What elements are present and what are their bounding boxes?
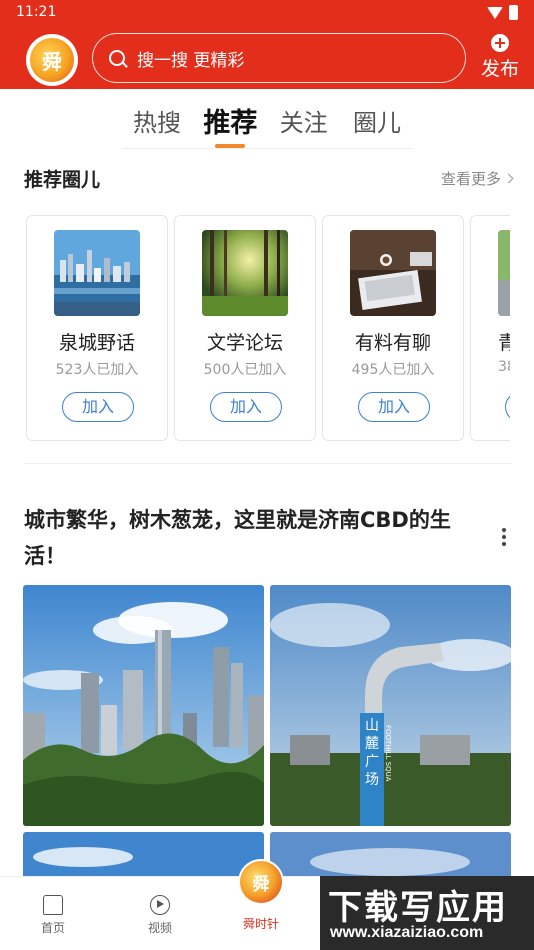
nav-video-label: 视频 bbox=[147, 921, 172, 935]
app-header: 11:21 舜 搜一搜 更精彩 发布 bbox=[0, 0, 534, 89]
post-photo-sign[interactable]: 山麓广场 FOOTHILL SQUA bbox=[270, 585, 511, 826]
circle-card[interactable]: 有料有聊 495人已加入 加入 bbox=[322, 215, 464, 441]
wifi-icon bbox=[487, 6, 503, 19]
center-logo-mark: 舜 bbox=[240, 861, 282, 903]
nav-center-label[interactable]: 舜时针 bbox=[236, 915, 286, 932]
search-icon bbox=[109, 50, 125, 66]
circle-card[interactable]: 文学论坛 500人已加入 加入 bbox=[174, 215, 316, 441]
feed-tabs: 热搜 推荐 关注 圈儿 bbox=[122, 95, 412, 149]
watermark-title: 下载写应用 bbox=[328, 888, 508, 928]
circle-name: 文学论坛 bbox=[206, 332, 283, 354]
circle-member-count: 500人已加入 bbox=[203, 362, 287, 378]
watermark: 下载写应用 www.xiazaiziao.com bbox=[320, 876, 534, 950]
circle-name: 泉城野话 bbox=[58, 332, 135, 354]
section-title: 推荐圈儿 bbox=[24, 169, 101, 191]
tab-follow[interactable]: 关注 bbox=[269, 95, 339, 148]
battery-icon bbox=[509, 5, 518, 20]
app-logo[interactable]: 舜 bbox=[26, 34, 78, 86]
tab-recommend[interactable]: 推荐 bbox=[195, 95, 265, 148]
chevron-right-icon bbox=[503, 173, 514, 184]
home-icon bbox=[43, 895, 63, 915]
circle-thumbnail-desk bbox=[350, 230, 436, 316]
nav-center-logo[interactable]: 舜 bbox=[238, 859, 284, 905]
circle-thumbnail-park bbox=[498, 230, 510, 316]
nav-video[interactable]: 视频 bbox=[130, 895, 190, 936]
status-icons bbox=[487, 5, 518, 20]
nav-home-label: 首页 bbox=[40, 921, 65, 935]
publish-button[interactable]: 发布 bbox=[478, 34, 522, 81]
circle-member-count: 495人已加入 bbox=[351, 362, 435, 378]
play-circle-icon bbox=[150, 895, 170, 915]
post-photo-4[interactable] bbox=[270, 832, 511, 882]
tab-hot[interactable]: 热搜 bbox=[122, 95, 192, 148]
circle-carousel[interactable]: 泉城野话 523人已加入 加入 文学论坛 500人已加入 加入 有料有聊 495… bbox=[26, 215, 510, 441]
view-more-link[interactable]: 查看更多 bbox=[440, 168, 514, 189]
circle-name: 有料有聊 bbox=[354, 332, 431, 354]
logo-mark: 舜 bbox=[30, 38, 74, 82]
join-button[interactable]: 加入 bbox=[358, 392, 430, 422]
plus-circle-icon bbox=[491, 34, 509, 52]
sign-text: 山麓广场 bbox=[365, 718, 379, 788]
post-photo-3[interactable] bbox=[23, 832, 264, 882]
search-placeholder: 搜一搜 更精彩 bbox=[137, 50, 245, 71]
sign-subtext: FOOTHILL SQUA bbox=[384, 725, 392, 782]
nav-home[interactable]: 首页 bbox=[23, 895, 83, 936]
circle-card[interactable]: 泉城野话 523人已加入 加入 bbox=[26, 215, 168, 441]
post-title[interactable]: 城市繁华，树木葱茏，这里就是济南CBD的生活！ bbox=[24, 502, 474, 574]
circle-thumbnail-forest bbox=[202, 230, 288, 316]
circle-thumbnail-city bbox=[54, 230, 140, 316]
section-divider bbox=[24, 463, 512, 464]
circle-member-count: 523人已加入 bbox=[55, 362, 139, 378]
circle-name: 青 bbox=[498, 332, 510, 354]
view-more-label: 查看更多 bbox=[440, 170, 501, 188]
status-time: 11:21 bbox=[16, 4, 57, 20]
post-photo-skyline[interactable] bbox=[23, 585, 264, 826]
circle-card[interactable]: 青 38 bbox=[470, 215, 510, 441]
join-button[interactable]: 加入 bbox=[62, 392, 134, 422]
join-button[interactable] bbox=[505, 392, 510, 422]
publish-label: 发布 bbox=[480, 58, 519, 80]
status-bar: 11:21 bbox=[0, 0, 534, 26]
join-button[interactable]: 加入 bbox=[210, 392, 282, 422]
search-bar[interactable]: 搜一搜 更精彩 bbox=[92, 33, 466, 83]
tab-circles[interactable]: 圈儿 bbox=[342, 95, 412, 148]
more-vertical-icon[interactable] bbox=[502, 528, 506, 546]
watermark-url: www.xiazaiziao.com bbox=[330, 924, 484, 941]
circle-member-count: 38 bbox=[498, 359, 510, 375]
